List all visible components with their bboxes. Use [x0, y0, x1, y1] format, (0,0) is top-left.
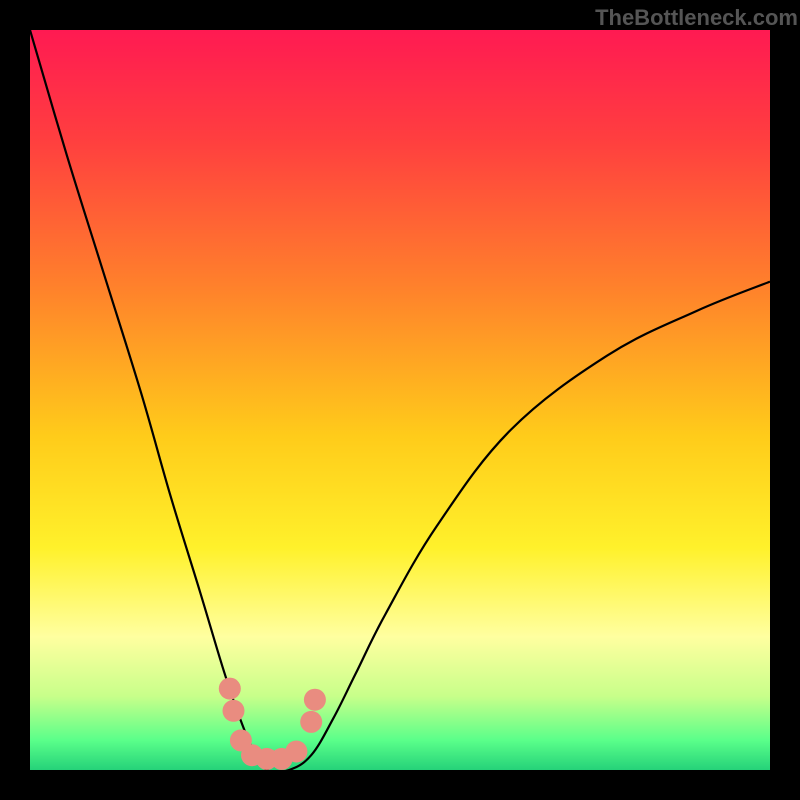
- chart-container: TheBottleneck.com: [0, 0, 800, 800]
- marker-point: [223, 700, 245, 722]
- chart-svg: [30, 30, 770, 770]
- gradient-background: [30, 30, 770, 770]
- marker-point: [285, 741, 307, 763]
- marker-point: [300, 711, 322, 733]
- marker-point: [219, 678, 241, 700]
- marker-point: [304, 689, 326, 711]
- watermark-label: TheBottleneck.com: [595, 5, 798, 31]
- plot-area: [30, 30, 770, 770]
